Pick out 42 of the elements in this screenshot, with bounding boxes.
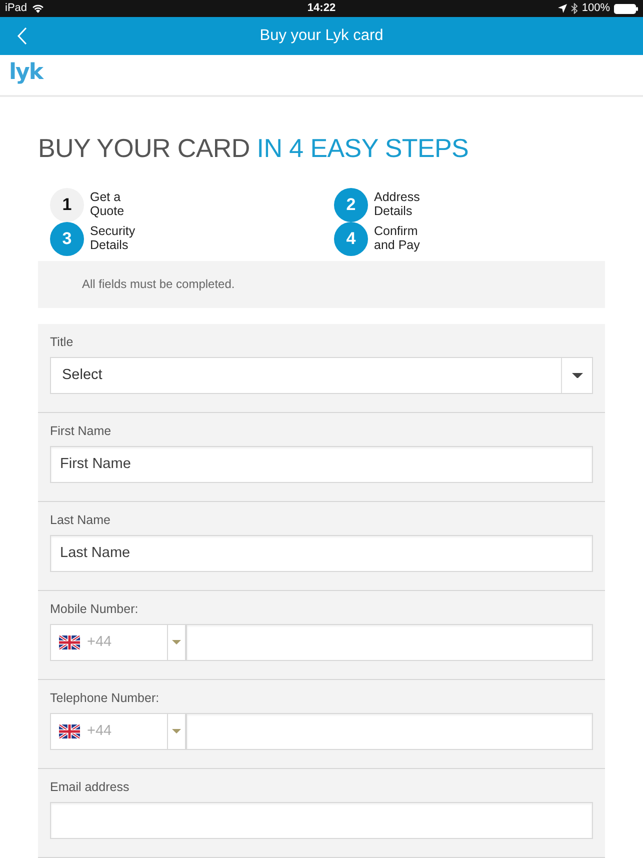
- country-code-select[interactable]: +44: [50, 712, 167, 750]
- flag-icon: [59, 724, 80, 739]
- clock-time: 14:22: [307, 2, 336, 16]
- phone-field[interactable]: [186, 712, 593, 750]
- back-icon: [17, 26, 27, 45]
- country-code-select[interactable]: +44: [50, 624, 167, 661]
- phone-field[interactable]: [186, 624, 593, 661]
- field-label: Email address: [50, 780, 130, 794]
- logo: lyk: [9, 60, 43, 85]
- step-number: 2: [334, 188, 368, 222]
- nav-title: Buy your Lyk card: [258, 26, 384, 46]
- field-label: Telephone Number:: [50, 690, 160, 705]
- field-label: Last Name: [50, 512, 112, 527]
- step-label: Security Details: [90, 225, 136, 252]
- step-number: 3: [50, 222, 84, 256]
- battery-icon: [614, 4, 638, 14]
- page-heading: BUY YOUR CARD IN 4 EASY STEPS: [38, 132, 470, 163]
- step-label: Address Details: [374, 191, 421, 218]
- notice-text: All fields must be completed.: [38, 260, 605, 308]
- step-label: Confirm and Pay: [374, 225, 421, 252]
- select-field[interactable]: Select: [50, 356, 593, 394]
- bluetooth-icon: [570, 3, 578, 14]
- step-label: Get a Quote: [90, 191, 126, 218]
- field-label: First Name: [50, 424, 112, 438]
- text-field[interactable]: First Name: [50, 446, 593, 483]
- text-field[interactable]: Last Name: [50, 534, 593, 572]
- step-number: 4: [334, 222, 368, 256]
- field-label: Mobile Number:: [50, 602, 140, 616]
- flag-icon: [59, 634, 80, 650]
- caret-down-icon: [172, 729, 181, 734]
- field-label: Title: [50, 334, 74, 349]
- back-button[interactable]: [15, 24, 29, 47]
- step-number: 1: [50, 188, 84, 222]
- wifi-icon: [32, 4, 44, 14]
- dropdown-button[interactable]: [167, 712, 186, 750]
- battery-percentage: 100%: [582, 2, 610, 16]
- email-field[interactable]: [50, 802, 593, 839]
- caret-down-icon: [572, 372, 582, 378]
- location-arrow-icon: [558, 4, 567, 14]
- dropdown-button[interactable]: [167, 624, 186, 661]
- caret-down-icon: [172, 640, 181, 645]
- device-name: iPad: [5, 2, 28, 16]
